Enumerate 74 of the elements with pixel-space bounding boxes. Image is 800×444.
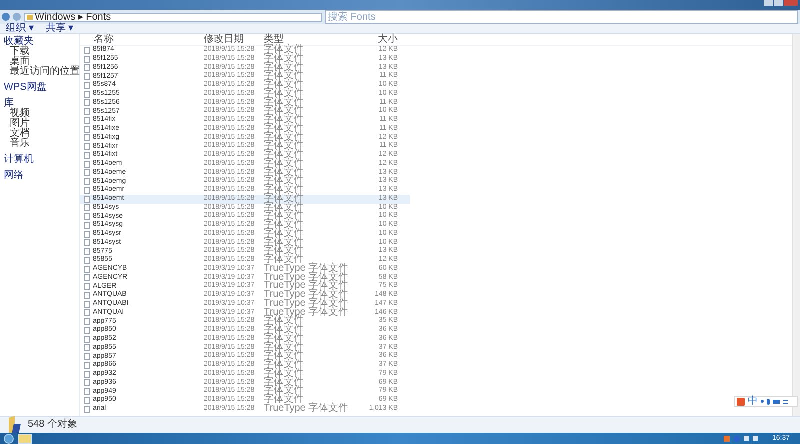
file-type: 字体文件: [264, 72, 305, 81]
file-type: 字体文件: [264, 177, 305, 186]
file-type: 字体文件: [264, 142, 305, 151]
file-type: 字体文件: [264, 317, 304, 326]
file-type: 字体文件: [264, 98, 305, 108]
column-header[interactable]: 大小: [354, 34, 398, 44]
sidebar-item[interactable]: 网络: [4, 171, 24, 181]
column-header[interactable]: 类型: [264, 34, 354, 44]
file-type: 字体文件: [264, 151, 305, 160]
sidebar-item[interactable]: WPS网盘: [4, 83, 47, 93]
toolbar-menu-button[interactable]: 共享 ▾: [46, 24, 74, 34]
sidebar-item[interactable]: 桌面: [10, 57, 30, 67]
file-type: 字体文件: [264, 256, 304, 265]
file-type: 字体文件: [264, 116, 305, 125]
file-type: TrueType 字体文件: [264, 282, 350, 291]
punctuation-icon[interactable]: [761, 400, 764, 403]
sidebar-item[interactable]: 最近访问的位置: [10, 67, 80, 77]
file-type: 字体文件: [264, 326, 305, 335]
file-type: 字体文件: [264, 64, 305, 72]
file-type: 字体文件: [264, 230, 305, 238]
file-type: 字体文件: [264, 134, 305, 142]
file-type: 字体文件: [264, 334, 305, 344]
keyboard-icon[interactable]: [773, 400, 780, 404]
sidebar-item[interactable]: 视频: [10, 109, 30, 119]
menu-icon[interactable]: [783, 400, 788, 404]
file-type: 字体文件: [264, 124, 305, 134]
sidebar-item[interactable]: 下载: [10, 47, 30, 57]
sidebar-item[interactable]: 计算机: [4, 155, 34, 165]
file-type: 字体文件: [264, 160, 305, 168]
folder-icon: [27, 14, 33, 20]
file-type: TrueType 字体文件: [264, 291, 350, 300]
file-type: 字体文件: [264, 344, 305, 352]
file-type: TrueType 字体文件: [264, 300, 350, 308]
file-type: 字体文件: [264, 204, 305, 212]
sidebar-item[interactable]: 图片: [10, 119, 30, 129]
file-type: 字体文件: [264, 107, 305, 116]
folder-icon: [8, 416, 22, 434]
back-button[interactable]: [2, 13, 10, 21]
sidebar-item[interactable]: 文档: [10, 129, 30, 139]
file-type: 字体文件: [264, 186, 305, 195]
file-type: 字体文件: [264, 221, 305, 230]
sidebar-item[interactable]: 库: [4, 99, 14, 109]
file-type: TrueType 字体文件: [264, 274, 350, 282]
file-type: 字体文件: [264, 54, 305, 64]
ime-logo-icon: [737, 398, 745, 406]
file-type: 字体文件: [264, 352, 305, 361]
file-type: 字体文件: [264, 81, 305, 90]
address-path[interactable]: Windows ▸ Fonts: [35, 12, 112, 22]
file-type: 字体文件: [264, 396, 304, 405]
file-type: 字体文件: [264, 378, 305, 388]
microphone-icon[interactable]: [767, 398, 770, 404]
object-count: 548 个对象: [28, 420, 78, 430]
file-type: 字体文件: [264, 46, 305, 55]
file-type: 字体文件: [264, 361, 305, 370]
file-type: TrueType 字体文件: [264, 264, 350, 274]
column-header[interactable]: 名称: [80, 34, 204, 44]
start-button[interactable]: [4, 434, 14, 444]
column-header[interactable]: 修改日期: [204, 34, 264, 44]
file-type: 字体文件: [264, 194, 305, 204]
explorer-taskbar-icon[interactable]: [18, 434, 32, 444]
file-type: 字体文件: [264, 212, 305, 221]
file-type: 字体文件: [264, 247, 305, 256]
file-type: TrueType 字体文件: [264, 404, 350, 414]
file-type: 字体文件: [264, 370, 305, 378]
ime-mode[interactable]: 中: [748, 396, 758, 406]
sidebar-item[interactable]: 音乐: [10, 139, 30, 149]
file-type: 字体文件: [264, 387, 305, 396]
file-type: 字体文件: [264, 238, 305, 248]
sidebar-item[interactable]: 收藏夹: [4, 37, 34, 47]
address-bar[interactable]: Windows ▸ Fonts: [24, 12, 322, 22]
file-type: 字体文件: [264, 90, 305, 98]
file-type: 字体文件: [264, 168, 305, 178]
toolbar-menu-button[interactable]: 组织 ▾: [6, 24, 34, 34]
search-field[interactable]: 搜索 Fonts: [325, 10, 798, 24]
